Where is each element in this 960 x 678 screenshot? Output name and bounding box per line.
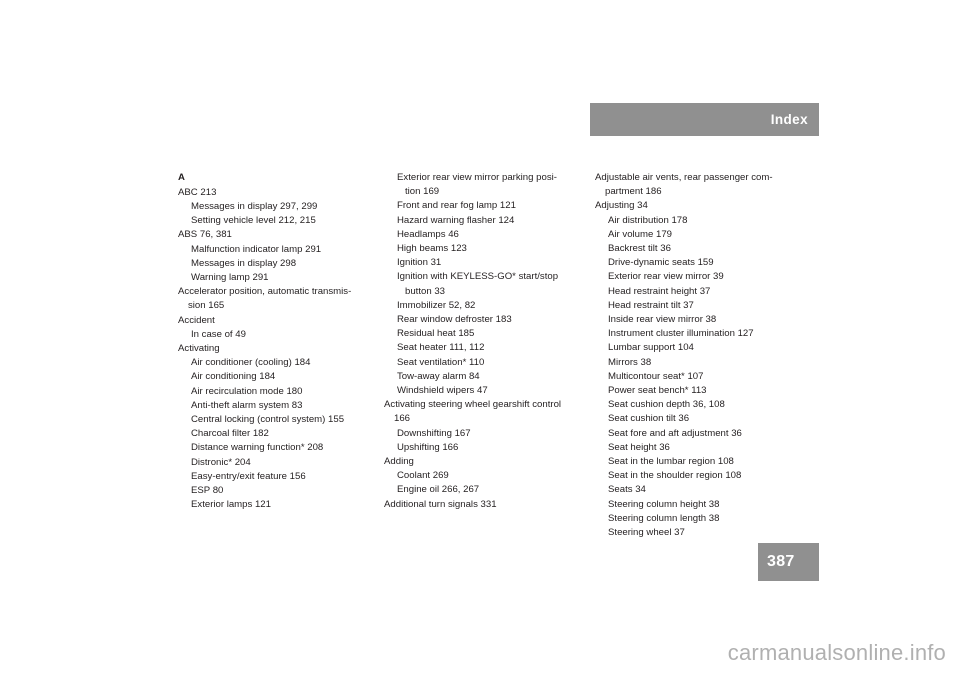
index-entry: Adjusting 34 (595, 200, 648, 212)
index-subentry: Inside rear view mirror 38 (608, 314, 717, 326)
index-subentry: In case of 49 (191, 328, 246, 340)
index-subentry: ESP 80 (191, 484, 224, 496)
index-subentry: Setting vehicle level 212, 215 (191, 215, 316, 227)
index-subentry: Drive-dynamic seats 159 (608, 257, 714, 269)
index-subentry: Seats 34 (608, 484, 646, 496)
index-subentry: Coolant 269 (397, 470, 449, 482)
index-column-1: A ABC 213 Messages in display 297, 299 Sett… (178, 171, 378, 512)
index-subentry: Easy-entry/exit feature 156 (191, 470, 306, 482)
index-subentry: Seat fore and aft adjustment 36 (608, 427, 742, 439)
index-subentry: Seat height 36 (608, 441, 670, 453)
index-subentry: Engine oil 266, 267 (397, 484, 480, 496)
index-entry: ABS 76, 381 (178, 229, 232, 241)
index-entry: Accelerator position, automatic transmis… (178, 286, 352, 312)
index-subentry: Instrument cluster illumination 127 (608, 328, 754, 340)
index-subentry: Exterior lamps 121 (191, 499, 271, 511)
index-subentry: High beams 123 (397, 243, 467, 255)
index-subentry: Steering wheel 37 (608, 527, 685, 539)
index-subentry: Exterior rear view mirror 39 (608, 271, 724, 283)
index-subentry: Upshifting 166 (397, 441, 459, 453)
index-subentry: Steering column length 38 (608, 512, 720, 524)
index-subentry: Air recirculation mode 180 (191, 385, 303, 397)
index-entry: Additional turn signals 331 (384, 498, 497, 510)
index-subentry: Ignition with KEYLESS-GO* start/stop but… (397, 271, 559, 297)
index-subentry: Rear window defroster 183 (397, 314, 512, 326)
index-entry: Adjustable air vents, rear passenger com… (595, 172, 773, 198)
index-subentry: Seat in the shoulder region 108 (608, 470, 742, 482)
index-subentry: Hazard warning flasher 124 (397, 214, 515, 226)
index-subentry: Warning lamp 291 (191, 271, 269, 283)
index-subentry: Air conditioner (cooling) 184 (191, 357, 311, 369)
index-header-bar: Index (590, 103, 819, 136)
index-subentry: Air volume 179 (608, 228, 672, 240)
index-subentry: Head restraint tilt 37 (608, 299, 694, 311)
index-subentry: Air conditioning 184 (191, 371, 276, 383)
index-subentry: Downshifting 167 (397, 427, 471, 439)
index-subentry: Seat cushion tilt 36 (608, 413, 690, 425)
index-subentry: Power seat bench* 113 (608, 385, 707, 397)
watermark: carmanualsonline.info (727, 640, 946, 665)
index-subentry: Air distribution 178 (608, 214, 688, 226)
index-subentry: Immobilizer 52, 82 (397, 299, 476, 311)
index-subentry: Charcoal filter 182 (191, 428, 269, 440)
index-entry: ABC 213 (178, 186, 217, 198)
index-entry: Accident (178, 314, 215, 326)
index-subentry: Ignition 31 (397, 257, 442, 269)
page-title: Index (770, 112, 808, 127)
index-subentry: Messages in display 298 (191, 257, 297, 269)
index-subentry: Residual heat 185 (397, 328, 475, 340)
index-subentry: Backrest tilt 36 (608, 243, 671, 255)
index-entry: Activating steering wheel gearshift cont… (384, 399, 562, 425)
index-subentry: Tow-away alarm 84 (397, 370, 480, 382)
index-entry: Adding (384, 456, 414, 468)
index-subentry: Seat ventilation* 110 (397, 356, 485, 368)
index-subentry: Distronic* 204 (191, 456, 251, 468)
index-subentry: Exterior rear view mirror parking posi- … (397, 172, 557, 198)
index-subentry: Head restraint height 37 (608, 285, 711, 297)
index-letter-heading: A (178, 172, 185, 183)
index-subentry: Central locking (control system) 155 (191, 413, 345, 425)
index-subentry: Windshield wipers 47 (397, 385, 488, 397)
index-subentry: Seat in the lumbar region 108 (608, 456, 734, 468)
index-subentry: Mirrors 38 (608, 356, 652, 368)
index-subentry: Front and rear fog lamp 121 (397, 200, 516, 212)
index-subentry: Malfunction indicator lamp 291 (191, 243, 322, 255)
index-subentry: Seat cushion depth 36, 108 (608, 399, 725, 411)
index-subentry: Steering column height 38 (608, 498, 720, 510)
index-column-3: Adjustable air vents, rear passenger com… (595, 171, 795, 540)
index-column-2: Exterior rear view mirror parking posi- … (384, 171, 584, 512)
index-subentry: Multicontour seat* 107 (608, 370, 704, 382)
page-number-box: 387 (758, 543, 819, 581)
index-subentry: Distance warning function* 208 (191, 442, 324, 454)
index-subentry: Messages in display 297, 299 (191, 200, 318, 212)
index-subentry: Lumbar support 104 (608, 342, 694, 354)
index-subentry: Seat heater 111, 112 (397, 342, 485, 354)
index-subentry: Anti-theft alarm system 83 (191, 399, 303, 411)
index-subentry: Headlamps 46 (397, 228, 459, 240)
index-entry: Activating (178, 342, 220, 354)
page-number: 387 (767, 553, 795, 570)
